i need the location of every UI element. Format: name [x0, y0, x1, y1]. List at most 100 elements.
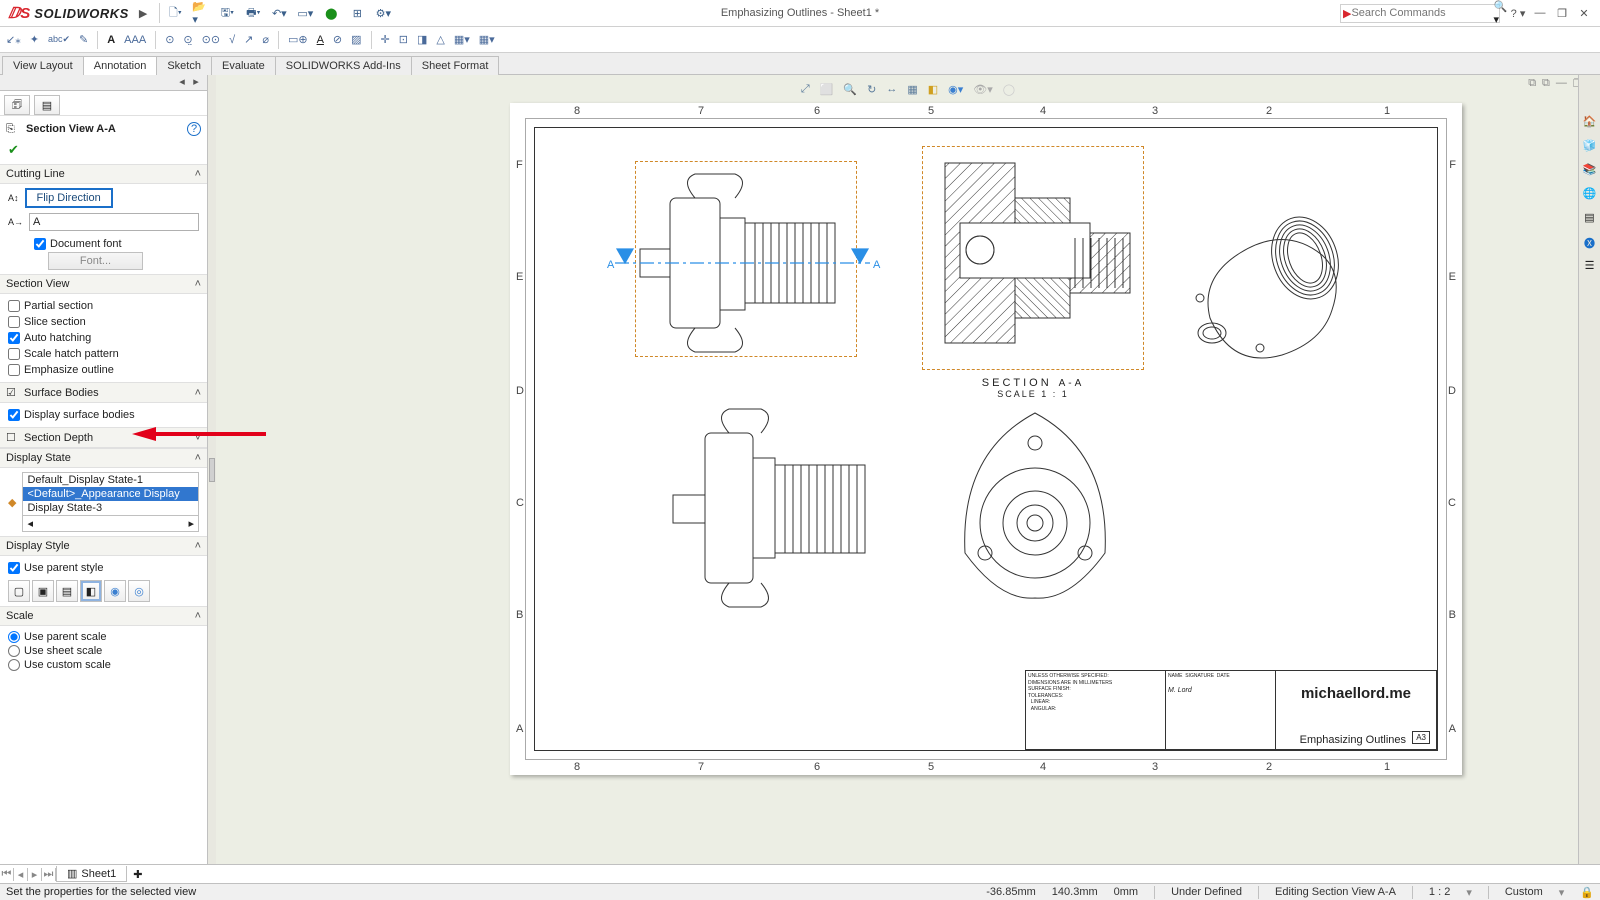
zoom-prev-icon[interactable]: 🔍 — [843, 83, 857, 96]
splitter[interactable] — [208, 75, 216, 864]
hide-show-icon[interactable]: 👁▾ — [973, 83, 993, 96]
group-display-state[interactable]: Display State˄ — [0, 448, 207, 468]
document-font-checkbox[interactable] — [34, 238, 46, 250]
appearances-icon[interactable]: 🅧 — [1581, 235, 1599, 253]
revision-icon[interactable]: △ — [436, 33, 444, 46]
datum-feature-icon[interactable]: A — [317, 34, 324, 46]
hidden-removed-icon[interactable]: ▤ — [56, 580, 78, 602]
format-painter-icon[interactable]: ✎ — [79, 33, 88, 46]
display-state-list[interactable]: Default_Display State-1 <Default>_Appear… — [22, 472, 199, 532]
sheet-tab[interactable]: ▥ Sheet1 — [56, 866, 127, 882]
rotate-icon[interactable]: ↻ — [867, 83, 876, 96]
zoom-fit-icon[interactable]: ⤢ — [801, 83, 810, 96]
tab-sketch[interactable]: Sketch — [156, 56, 212, 75]
next-doc-icon[interactable]: ⧉ — [1542, 77, 1550, 90]
display-style-icon[interactable]: ◉▾ — [948, 83, 963, 96]
hole-callout-icon[interactable]: ⌀ — [262, 33, 269, 46]
status-zoom[interactable]: 1 : 2 — [1429, 886, 1450, 898]
select-icon[interactable]: ▭▾ — [296, 4, 314, 22]
note-icon[interactable]: A — [107, 34, 115, 46]
tab-addins[interactable]: SOLIDWORKS Add-Ins — [275, 56, 412, 75]
display-surface-bodies-checkbox[interactable] — [8, 409, 20, 421]
view-palette-icon[interactable]: ▤ — [1581, 211, 1599, 229]
home-icon[interactable]: 🏠 — [1581, 115, 1599, 133]
use-parent-scale-radio[interactable] — [8, 631, 20, 643]
use-custom-scale-radio[interactable] — [8, 659, 20, 671]
hidden-visible-icon[interactable]: ▣ — [32, 580, 54, 602]
tab-view-layout[interactable]: View Layout — [2, 56, 84, 75]
open-icon[interactable]: 📂▾ — [192, 4, 210, 22]
globe-icon[interactable]: 🌐 — [1581, 187, 1599, 205]
options-icon[interactable]: ⊞ — [348, 4, 366, 22]
status-lock-icon[interactable]: 🔒 — [1580, 886, 1594, 899]
surface-finish-icon[interactable]: √ — [229, 34, 235, 46]
model-items-icon[interactable]: ✦ — [30, 33, 39, 46]
undo-icon[interactable]: ↶▾ — [270, 4, 288, 22]
scroll-right-icon[interactable]: ▸ — [188, 517, 194, 530]
group-scale[interactable]: Scale˄ — [0, 606, 207, 626]
spellcheck-icon[interactable]: abc✔ — [48, 34, 70, 45]
last-sheet-icon[interactable]: ⏭ — [42, 868, 56, 881]
tab-annotation[interactable]: Annotation — [83, 56, 158, 75]
gtol-icon[interactable]: ▭⊕ — [288, 33, 308, 46]
magnetic-line-icon[interactable]: ⊙⊙ — [202, 33, 220, 46]
panel-tab-left-icon[interactable]: ◂ — [177, 75, 187, 90]
area-hatch-icon[interactable]: ◨ — [417, 33, 427, 46]
design-library-icon[interactable]: 📚 — [1581, 163, 1599, 181]
centerline-icon[interactable]: ⊡ — [399, 33, 408, 46]
tab-sheet-format[interactable]: Sheet Format — [411, 56, 500, 75]
shaded-edges-icon[interactable]: ◧ — [80, 580, 102, 602]
table-icon[interactable]: ▦▾ — [479, 33, 495, 46]
zoom-area-icon[interactable]: ⬜ — [820, 83, 834, 96]
datum-target-icon[interactable]: ⊘ — [333, 33, 342, 46]
scale-hatch-checkbox[interactable] — [8, 348, 20, 360]
appearance-icon[interactable]: ◯ — [1003, 83, 1015, 96]
balloon-icon[interactable]: ⊙ — [165, 33, 174, 46]
flip-direction-button[interactable]: Flip Direction — [25, 188, 113, 208]
restore-icon[interactable]: ❐ — [1554, 7, 1570, 20]
list-item[interactable]: Display State-3 — [23, 501, 198, 515]
help-icon[interactable]: ? ▾ — [1510, 7, 1526, 20]
linear-pattern-icon[interactable]: AAA — [124, 34, 146, 46]
save-icon[interactable]: 🖫▾ — [218, 4, 236, 22]
search-run-icon[interactable]: ▶ — [1343, 7, 1351, 20]
view-orient-icon[interactable]: ◧ — [928, 83, 938, 96]
weld-symbol-icon[interactable]: ↗ — [244, 33, 253, 46]
minimize-icon[interactable]: — — [1532, 7, 1548, 20]
shaded-icon[interactable]: ◉ — [104, 580, 126, 602]
auto-hatching-checkbox[interactable] — [8, 332, 20, 344]
next-sheet-icon[interactable]: ▸ — [28, 868, 42, 881]
panel-tab-right-icon[interactable]: ▸ — [191, 75, 201, 90]
tab-evaluate[interactable]: Evaluate — [211, 56, 276, 75]
prev-sheet-icon[interactable]: ◂ — [14, 868, 28, 881]
group-display-style[interactable]: Display Style˄ — [0, 536, 207, 556]
status-units[interactable]: Custom — [1505, 886, 1543, 898]
group-surface-bodies[interactable]: ☑ Surface Bodies˄ — [0, 382, 207, 403]
menu-dropdown-icon[interactable]: ▶ — [133, 7, 153, 20]
search-input[interactable] — [1351, 7, 1493, 19]
new-icon[interactable]: 🗋▾ — [166, 4, 184, 22]
stacked-balloon-icon[interactable]: ⊙̤ — [183, 33, 192, 46]
hatch-icon[interactable]: ▨ — [351, 33, 361, 46]
use-sheet-scale-radio[interactable] — [8, 645, 20, 657]
list-item[interactable]: <Default>_Appearance Display — [23, 487, 198, 501]
partial-section-checkbox[interactable] — [8, 300, 20, 312]
doc-min-icon[interactable]: — — [1556, 77, 1567, 90]
slice-section-checkbox[interactable] — [8, 316, 20, 328]
help-button-icon[interactable]: ? — [187, 122, 201, 136]
shaded2-icon[interactable]: ◎ — [128, 580, 150, 602]
close-icon[interactable]: ✕ — [1576, 7, 1592, 20]
first-sheet-icon[interactable]: ⏮ — [0, 868, 14, 881]
accept-icon[interactable]: ✔ — [8, 142, 19, 157]
search-commands[interactable]: ▶ 🔍▾ — [1340, 4, 1500, 23]
tables-icon[interactable]: ▦▾ — [454, 33, 470, 46]
list-item[interactable]: Default_Display State-1 — [23, 473, 198, 487]
pan-icon[interactable]: ↔ — [886, 83, 897, 96]
custom-props-icon[interactable]: ☰ — [1581, 259, 1599, 277]
resources-icon[interactable]: 🧊 — [1581, 139, 1599, 157]
section-label-input[interactable] — [29, 213, 199, 231]
group-section-view[interactable]: Section View˄ — [0, 274, 207, 294]
section-view-icon[interactable]: ▦ — [907, 83, 917, 96]
scroll-left-icon[interactable]: ◂ — [27, 517, 33, 530]
use-parent-style-checkbox[interactable] — [8, 562, 20, 574]
